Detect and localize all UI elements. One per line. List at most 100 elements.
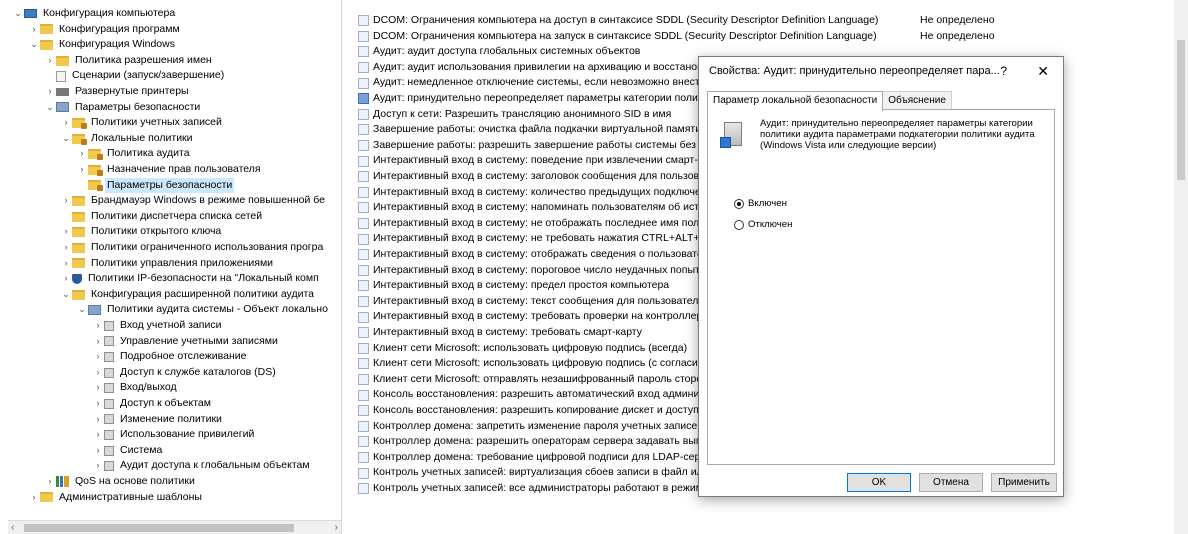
chevron-down-icon[interactable]: ⌄ bbox=[44, 100, 56, 116]
chevron-right-icon[interactable]: › bbox=[60, 115, 72, 131]
tree-item[interactable]: › Политики ограниченного использования пр… bbox=[60, 240, 325, 256]
tree-item[interactable]: › Политики управления приложениями bbox=[60, 256, 275, 272]
tree-item[interactable]: › Политика разрешения имен bbox=[44, 53, 214, 69]
radio-disabled-dot[interactable] bbox=[734, 219, 744, 230]
tab-explain[interactable]: Объяснение bbox=[882, 91, 952, 110]
tree-item-label: Назначение прав пользователя bbox=[107, 163, 261, 175]
tree-item[interactable]: ⌄ Политики аудита системы - Объект локаль… bbox=[76, 302, 330, 318]
chevron-right-icon[interactable]: › bbox=[92, 380, 104, 396]
audit-category-icon bbox=[104, 336, 114, 347]
tree-item[interactable]: › Изменение политики bbox=[92, 412, 224, 428]
tree-item[interactable]: › Аудит доступа к глобальным объектам bbox=[92, 458, 312, 474]
apply-button[interactable]: Применить bbox=[991, 473, 1057, 492]
tree-item[interactable]: › Административные шаблоны bbox=[28, 490, 204, 506]
radio-enabled[interactable]: Включен bbox=[734, 198, 787, 209]
tree-item[interactable]: Сценарии (запуск/завершение) bbox=[44, 68, 226, 84]
folder-icon bbox=[56, 55, 69, 66]
tree-item-label: Конфигурация Windows bbox=[59, 38, 175, 51]
list-vertical-scrollbar[interactable] bbox=[1174, 0, 1188, 534]
audit-category-icon bbox=[104, 414, 114, 425]
tree-item[interactable]: › Доступ к объектам bbox=[92, 396, 213, 412]
scroll-left-icon[interactable]: ‹ bbox=[11, 522, 14, 533]
audit-category-icon bbox=[104, 351, 114, 362]
tree-item[interactable]: › Политики открытого ключа bbox=[60, 224, 223, 240]
chevron-down-icon[interactable]: ⌄ bbox=[12, 6, 24, 22]
scroll-right-icon[interactable]: › bbox=[335, 522, 338, 533]
chevron-right-icon[interactable]: › bbox=[44, 474, 56, 490]
policy-icon bbox=[358, 46, 369, 58]
chevron-right-icon[interactable]: › bbox=[60, 224, 72, 240]
tree-item[interactable]: ⌄ Параметры безопасности bbox=[44, 100, 202, 116]
tree-item[interactable]: › Назначение прав пользователя bbox=[76, 162, 263, 178]
tree-item-label: Политики аудита системы - Объект локальн… bbox=[107, 303, 328, 316]
tree-item[interactable]: ⌄ Конфигурация расширенной политики аудит… bbox=[60, 287, 316, 303]
chevron-right-icon[interactable]: › bbox=[60, 256, 72, 272]
scroll-thumb[interactable] bbox=[24, 524, 294, 532]
tree-item[interactable]: › Вход учетной записи bbox=[92, 318, 223, 334]
chevron-right-icon[interactable]: › bbox=[44, 53, 56, 69]
tree-item[interactable]: › QoS на основе политики bbox=[44, 474, 197, 490]
radio-disabled[interactable]: Отключен bbox=[734, 219, 792, 230]
chevron-down-icon[interactable]: ⌄ bbox=[60, 131, 72, 147]
chevron-right-icon[interactable]: › bbox=[28, 22, 40, 38]
settings-icon bbox=[56, 102, 69, 113]
tree-item[interactable]: › Система bbox=[92, 443, 164, 459]
tree-item[interactable]: › Политики учетных записей bbox=[60, 115, 224, 131]
tab-local-security-setting[interactable]: Параметр локальной безопасности bbox=[707, 91, 884, 111]
tree-item[interactable]: › Доступ к службе каталогов (DS) bbox=[92, 365, 278, 381]
policy-icon bbox=[358, 218, 369, 230]
chevron-right-icon[interactable]: › bbox=[92, 396, 104, 412]
folder-icon bbox=[40, 492, 53, 503]
tree-item[interactable]: Политики диспетчера списка сетей bbox=[60, 209, 264, 225]
tree-item[interactable]: › Управление учетными записями bbox=[92, 334, 280, 350]
chevron-right-icon[interactable]: › bbox=[92, 458, 104, 474]
chevron-right-icon[interactable]: › bbox=[92, 349, 104, 365]
chevron-right-icon[interactable]: › bbox=[76, 146, 88, 162]
chevron-right-icon[interactable]: › bbox=[60, 193, 72, 209]
chevron-right-icon[interactable]: › bbox=[92, 318, 104, 334]
tree-item[interactable]: › Политики IP-безопасности на "Локальный … bbox=[60, 271, 321, 287]
chevron-right-icon[interactable]: › bbox=[92, 365, 104, 381]
tree-item[interactable]: › Развернутые принтеры bbox=[44, 84, 191, 100]
secure-folder-icon bbox=[88, 180, 103, 192]
chevron-right-icon[interactable]: › bbox=[92, 443, 104, 459]
cancel-button[interactable]: Отмена bbox=[919, 473, 983, 492]
ok-button[interactable]: OK bbox=[847, 473, 911, 492]
tree-item[interactable]: › Подробное отслеживание bbox=[92, 349, 248, 365]
policy-row[interactable]: DCOM: Ограничения компьютера на запуск в… bbox=[354, 29, 995, 45]
tree-item[interactable]: › Политика аудита bbox=[76, 146, 192, 162]
tree-item-label: Локальные политики bbox=[91, 131, 193, 144]
chevron-down-icon[interactable]: ⌄ bbox=[28, 37, 40, 53]
tree-item[interactable]: › Использование привилегий bbox=[92, 427, 256, 443]
tree-item[interactable]: ⌄ Локальные политики bbox=[60, 131, 195, 147]
chevron-right-icon[interactable]: › bbox=[28, 490, 40, 506]
tree-item[interactable]: › Брандмауэр Windows в режиме повышенной … bbox=[60, 193, 327, 209]
tree-item-label: Политика разрешения имен bbox=[75, 53, 212, 66]
tree-item[interactable]: ⌄ Конфигурация Windows bbox=[28, 37, 177, 53]
help-icon[interactable]: ? bbox=[1000, 57, 1007, 85]
chevron-right-icon[interactable]: › bbox=[60, 240, 72, 256]
folder-icon bbox=[72, 258, 85, 269]
tree-item-label: Политики открытого ключа bbox=[91, 225, 222, 238]
chevron-right-icon[interactable]: › bbox=[92, 427, 104, 443]
chevron-down-icon[interactable]: ⌄ bbox=[60, 287, 72, 303]
tree-item-label: Конфигурация компьютера bbox=[43, 7, 176, 19]
radio-enabled-dot[interactable] bbox=[734, 198, 744, 209]
chevron-right-icon[interactable]: › bbox=[92, 412, 104, 428]
close-icon[interactable]: ✕ bbox=[1037, 57, 1049, 85]
tree-item[interactable]: ⌄ Конфигурация компьютера bbox=[12, 6, 177, 22]
tree-horizontal-scrollbar[interactable]: ‹ › bbox=[8, 520, 341, 534]
chevron-right-icon[interactable]: › bbox=[92, 334, 104, 350]
tree-item[interactable]: Параметры безопасности bbox=[76, 177, 235, 194]
chevron-right-icon[interactable]: › bbox=[76, 162, 88, 178]
chevron-down-icon[interactable]: ⌄ bbox=[76, 302, 88, 318]
tree-item[interactable]: › Конфигурация программ bbox=[28, 22, 182, 38]
tree-pane[interactable]: ⌄ Конфигурация компьютера › Конфигурация пр… bbox=[8, 0, 342, 534]
tree-item-label: Политики ограниченного использования про… bbox=[91, 241, 324, 253]
tree-item[interactable]: › Вход/выход bbox=[92, 380, 179, 396]
chevron-right-icon[interactable]: › bbox=[44, 84, 56, 100]
policy-row[interactable]: DCOM: Ограничения компьютера на доступ в… bbox=[354, 13, 995, 29]
chevron-right-icon[interactable]: › bbox=[60, 271, 72, 287]
scroll-thumb[interactable] bbox=[1177, 40, 1185, 180]
audit-category-icon bbox=[104, 367, 114, 378]
